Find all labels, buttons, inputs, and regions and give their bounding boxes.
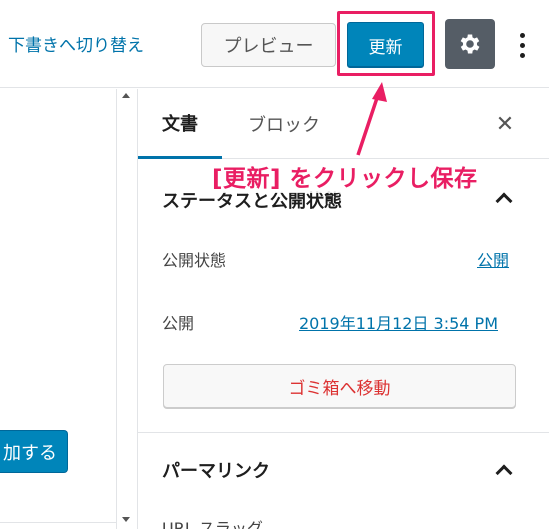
annotation-arrow-icon [356, 82, 387, 156]
annotation-caption: [更新] をクリックし保存 [210, 159, 480, 193]
